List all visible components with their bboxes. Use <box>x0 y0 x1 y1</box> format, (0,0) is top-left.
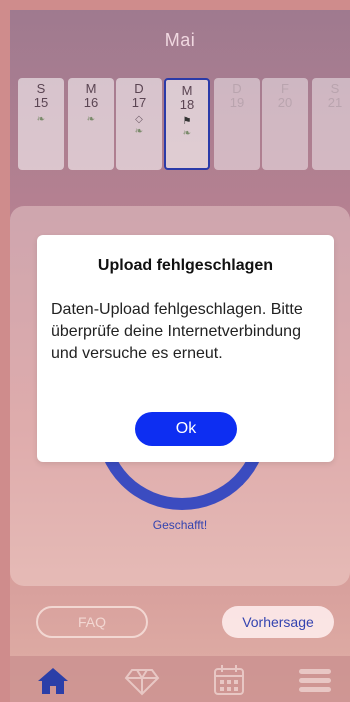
dialog-overlay: Upload fehlgeschlagen Daten-Upload fehlg… <box>0 0 350 702</box>
error-dialog: Upload fehlgeschlagen Daten-Upload fehlg… <box>37 235 334 462</box>
ok-button[interactable]: Ok <box>135 412 237 446</box>
dialog-message: Daten-Upload fehlgeschlagen. Bitte überp… <box>51 301 303 362</box>
dialog-title: Upload fehlgeschlagen <box>97 257 274 274</box>
